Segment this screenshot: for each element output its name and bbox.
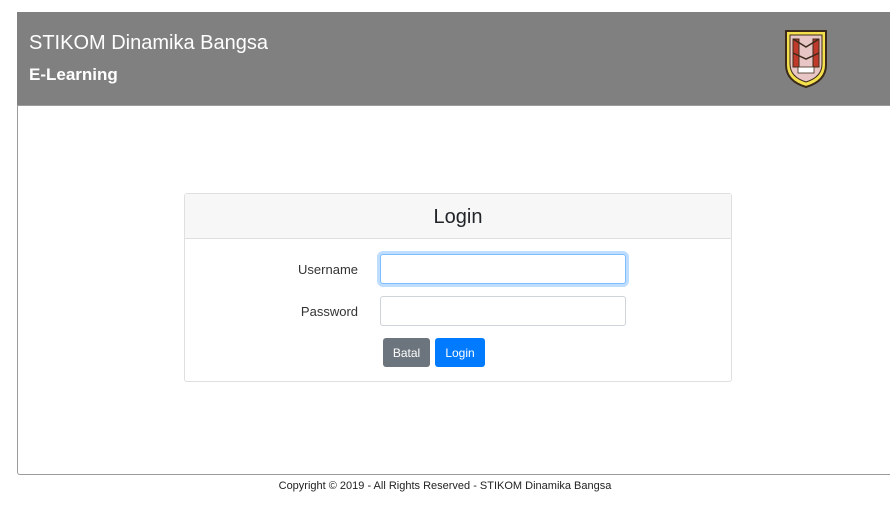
login-heading: Login [185,194,731,239]
stikom-crest-icon [785,30,827,89]
cancel-button[interactable]: Batal [383,338,430,367]
password-label: Password [300,304,358,319]
login-card: Login Username Password Batal Login [184,193,732,382]
site-title: STIKOM Dinamika Bangsa [29,32,268,54]
footer-copyright: Copyright © 2019 - All Rights Reserved -… [278,480,612,492]
username-input[interactable] [380,254,626,284]
site-subtitle: E-Learning [29,65,118,84]
password-input[interactable] [380,296,626,326]
site-header: STIKOM Dinamika Bangsa E-Learning [17,12,890,105]
login-button[interactable]: Login [435,338,485,367]
main-panel: Login Username Password Batal Login [17,105,890,475]
username-label: Username [298,262,358,277]
